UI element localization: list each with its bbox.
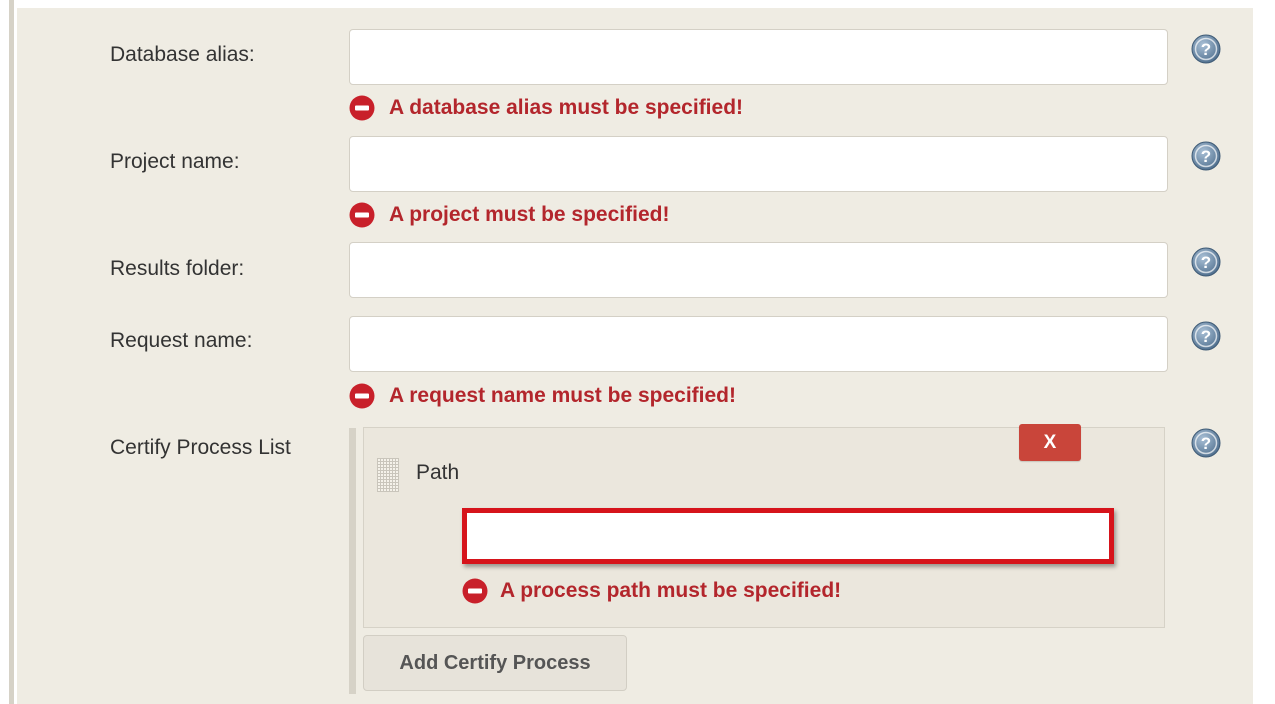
outer-section-bar bbox=[9, 0, 14, 704]
help-icon[interactable]: ? bbox=[1191, 321, 1221, 351]
error-icon bbox=[349, 95, 375, 121]
database-alias-error: A database alias must be specified! bbox=[349, 94, 743, 122]
help-icon[interactable]: ? bbox=[1191, 141, 1221, 171]
error-icon bbox=[349, 383, 375, 409]
svg-text:?: ? bbox=[1201, 147, 1211, 166]
certify-process-list-label: Certify Process List bbox=[110, 436, 291, 459]
help-icon[interactable]: ? bbox=[1191, 34, 1221, 64]
svg-text:?: ? bbox=[1201, 434, 1211, 453]
database-alias-input[interactable] bbox=[349, 29, 1168, 85]
repeatable-section-bar bbox=[349, 428, 356, 694]
project-name-error-text: A project must be specified! bbox=[389, 203, 670, 226]
svg-text:?: ? bbox=[1201, 40, 1211, 59]
add-certify-process-button[interactable]: Add Certify Process bbox=[363, 635, 627, 691]
request-name-label: Request name: bbox=[110, 329, 253, 352]
drag-handle-icon[interactable] bbox=[377, 458, 399, 492]
project-name-input[interactable] bbox=[349, 136, 1168, 192]
help-icon[interactable]: ? bbox=[1191, 428, 1221, 458]
project-name-error: A project must be specified! bbox=[349, 201, 669, 229]
svg-text:?: ? bbox=[1201, 253, 1211, 272]
process-path-error: A process path must be specified! bbox=[462, 577, 841, 605]
help-icon[interactable]: ? bbox=[1191, 247, 1221, 277]
path-label: Path bbox=[416, 461, 460, 484]
error-icon bbox=[349, 202, 375, 228]
error-icon bbox=[462, 578, 488, 604]
results-folder-input[interactable] bbox=[349, 242, 1168, 298]
delete-process-button[interactable]: X bbox=[1019, 424, 1081, 461]
process-path-error-text: A process path must be specified! bbox=[500, 579, 842, 602]
database-alias-label: Database alias: bbox=[110, 43, 255, 66]
request-name-error-text: A request name must be specified! bbox=[389, 384, 736, 407]
database-alias-error-text: A database alias must be specified! bbox=[389, 96, 744, 119]
process-path-input[interactable] bbox=[462, 508, 1114, 564]
svg-text:?: ? bbox=[1201, 327, 1211, 346]
project-name-label: Project name: bbox=[110, 150, 240, 173]
request-name-error: A request name must be specified! bbox=[349, 382, 736, 410]
results-folder-label: Results folder: bbox=[110, 257, 245, 280]
request-name-input[interactable] bbox=[349, 316, 1168, 372]
